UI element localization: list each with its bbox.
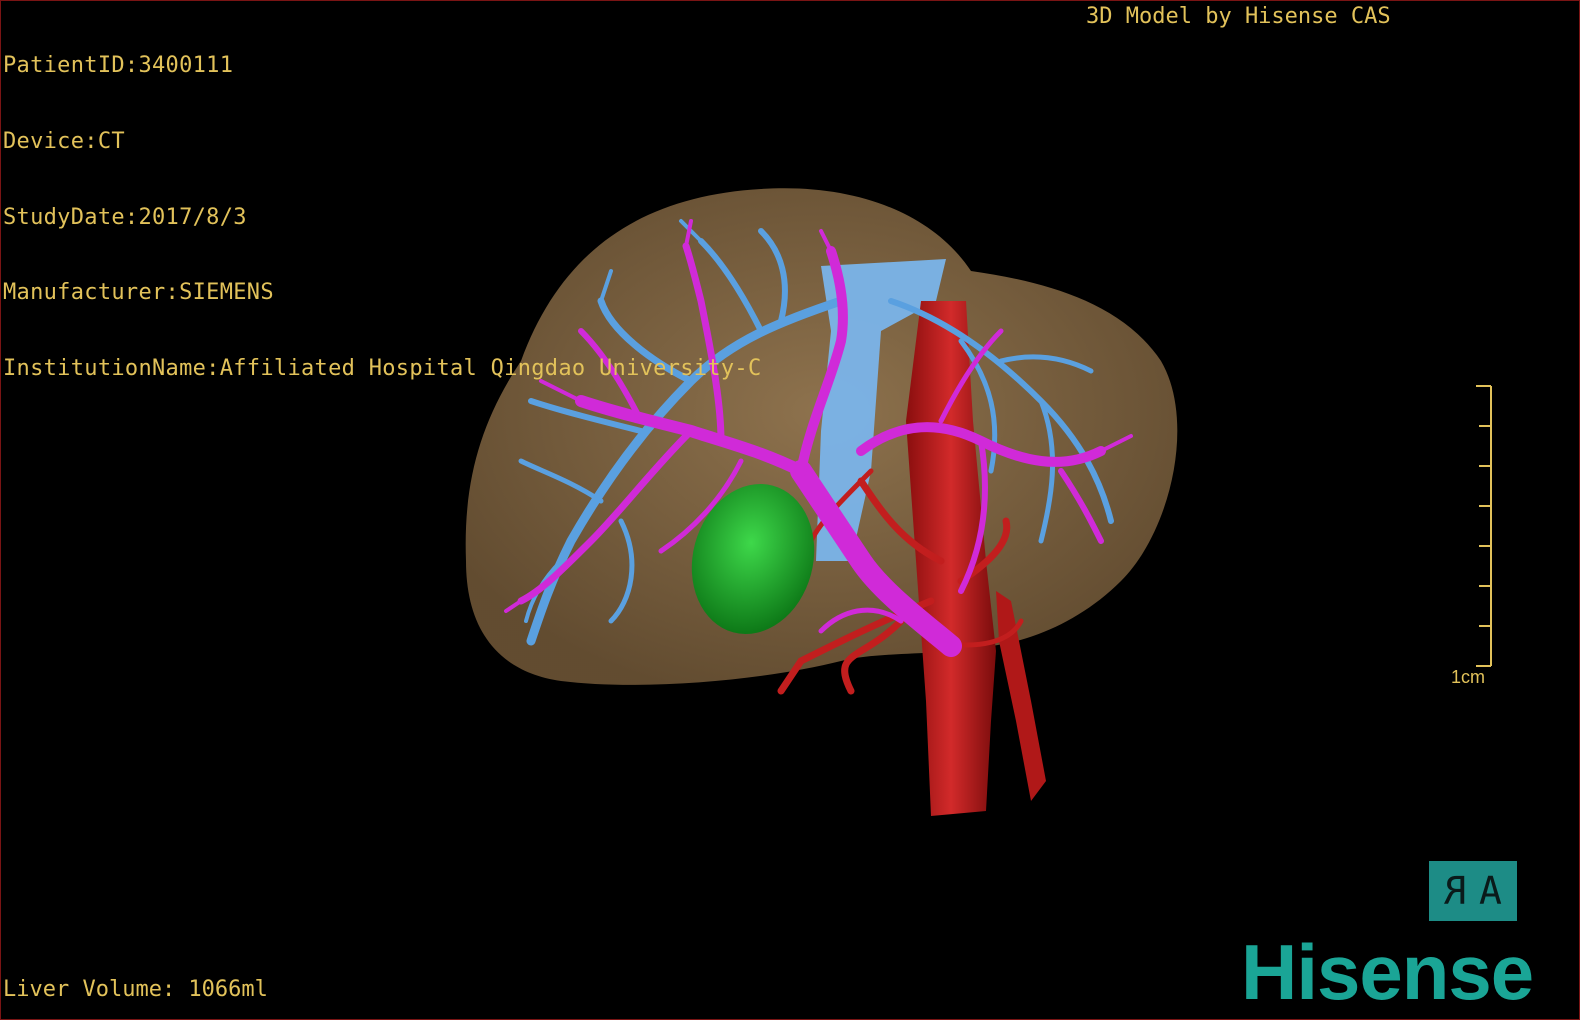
scale-bar [1476,385,1492,667]
orientation-r-glyph: R [1444,869,1467,913]
orientation-a-glyph: A [1479,869,1502,913]
orientation-ra-button[interactable]: R A [1429,861,1517,921]
scale-bar-label: 1cm [1451,667,1486,687]
liver-volume-text: Liver Volume: 1066ml [3,977,268,1002]
hisense-logo: Hisense [1241,928,1534,1016]
patient-id-text: PatientID:3400111 [3,53,234,79]
study-date-text: StudyDate:2017/8/3 [3,204,247,230]
patient-info-overlay: PatientID:3400111 Device:CT StudyDate:20… [3,3,762,431]
viewer-frame: PatientID:3400111 Device:CT StudyDate:20… [0,0,1580,1020]
institution-text: InstitutionName:Affiliated Hospital Qing… [3,355,762,381]
manufacturer-text: Manufacturer:SIEMENS [3,280,274,306]
model-credit: 3D Model by Hisense CAS [1086,4,1391,29]
device-text: Device:CT [3,129,125,154]
